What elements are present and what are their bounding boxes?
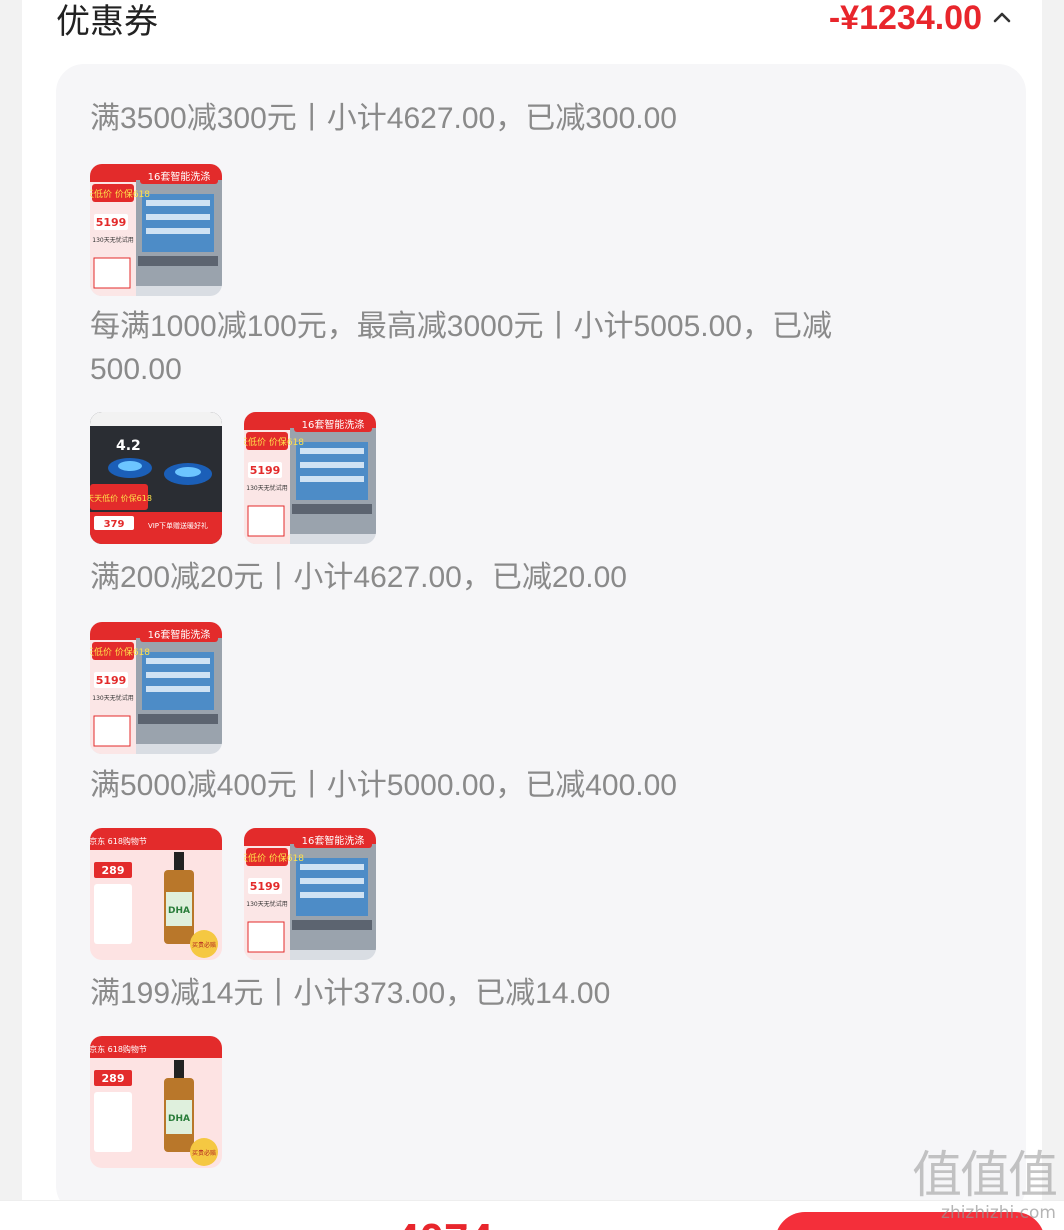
product-price-text: 5199 [96,674,127,687]
coupon-details-panel: 满3500减300元丨小计4627.00，已减300.00 天天低价 价保618… [56,64,1026,1214]
product-badge-text: 天天低价 价保618 [90,493,152,503]
coupon-header[interactable]: 优惠券 -¥1234.00 [56,0,1012,46]
coupon-rule-text: 每满1000减100元，最高减3000元丨小计5005.00，已减500.00 [90,310,832,386]
product-price-text: 5199 [96,216,127,229]
dishwasher-thumbnail[interactable]: 天天低价 价保618 16套智能洗涤 5199 130天无忧试用 [244,828,376,960]
coupon-rule-text: 满3500减300元丨小计4627.00，已减300.00 [90,102,677,135]
dha-drops-thumbnail[interactable]: 京东 618购物节 289 DHA 买贵必赔 [90,1036,222,1168]
product-event-text: 京东 618购物节 [90,836,147,846]
product-tag-text: 买贵必赔 [192,941,216,949]
product-headline-text: 16套智能洗涤 [148,170,211,183]
chevron-up-icon[interactable] [992,8,1012,28]
dishwasher-thumbnail[interactable]: 天天低价 价保618 16套智能洗涤 5199 130天无忧试用 [90,622,222,754]
product-promo-text: 130天无忧试用 [92,694,133,702]
product-headline-text: 16套智能洗涤 [302,418,365,431]
product-price-text: 379 [104,519,125,530]
dha-drops-thumbnail[interactable]: 京东 618购物节 289 DHA 买贵必赔 [90,828,222,960]
coupon-amount-area[interactable]: -¥1234.00 [829,0,1012,38]
coupon-rule-text: 满5000减400元丨小计5000.00，已减400.00 [90,769,677,802]
product-promo-text: 130天无忧试用 [246,484,287,492]
product-badge-text: 天天低价 价保618 [90,188,150,200]
coupon-rule-text: 满200减20元丨小计4627.00，已减20.00 [90,561,627,594]
product-promo-text: 130天无忧试用 [246,900,287,908]
product-promo-text: VIP下单赠送暖好礼 [148,521,208,530]
product-badge-text: 天天低价 价保618 [244,852,304,864]
product-label-text: DHA [168,906,190,916]
coupon-title: 优惠券 [56,1,158,42]
product-price-text: 5199 [250,880,281,893]
gas-stove-thumbnail[interactable]: 4.2 天天低价 价保618 379 VIP下单赠送暖好礼 [90,412,222,544]
product-label-text: DHA [168,1114,190,1124]
dishwasher-thumbnail[interactable]: 天天低价 价保618 16套智能洗涤 5199 130天无忧试用 [90,164,222,296]
checkout-total-price: 4074 [395,1218,493,1230]
product-badge-text: 天天低价 价保618 [90,646,150,658]
coupon-discount-amount: -¥1234.00 [828,0,982,37]
coupon-rule-text: 满199减14元丨小计373.00，已减14.00 [90,977,611,1010]
product-badge-text: 天天低价 价保618 [244,436,304,448]
watermark-glyphs: 值值值 [912,1146,1058,1204]
watermark-url: zhizhizhi.com [941,1203,1056,1223]
product-tag-text: 买贵必赔 [192,1149,216,1157]
product-promo-text: 130天无忧试用 [92,236,133,244]
product-event-text: 京东 618购物节 [90,1044,147,1054]
product-headline-text: 16套智能洗涤 [302,834,365,847]
coupon-sheet: 优惠券 -¥1234.00 满3500减300元丨小计4627.00，已减300… [22,0,1042,1230]
product-headline-text: 16套智能洗涤 [148,628,211,641]
product-price-text: 289 [102,864,125,877]
product-price-text: 5199 [250,464,281,477]
product-price-text: 289 [102,1072,125,1085]
site-watermark: 值值值 zhizhizhi.com [906,1146,1058,1230]
product-heat-text: 4.2 [116,438,141,454]
dishwasher-thumbnail[interactable]: 天天低价 价保618 16套智能洗涤 5199 130天无忧试用 [244,412,376,544]
